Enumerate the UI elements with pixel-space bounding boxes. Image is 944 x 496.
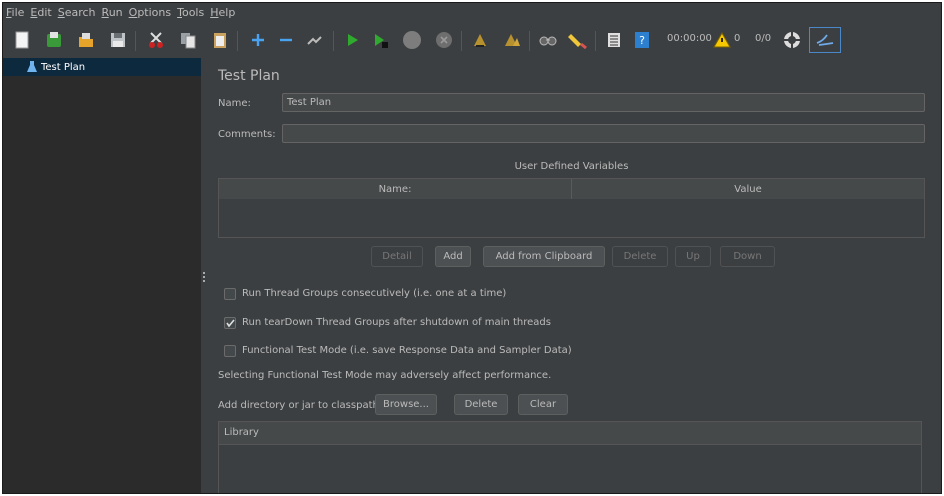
stop-icon[interactable] bbox=[401, 29, 423, 51]
reset-search-icon[interactable] bbox=[567, 29, 589, 51]
udv-col-value[interactable]: Value bbox=[572, 179, 924, 199]
menu-run[interactable]: Run bbox=[102, 6, 123, 19]
functional-test-mode-checkbox[interactable] bbox=[224, 345, 236, 357]
paste-icon[interactable] bbox=[209, 29, 231, 51]
down-button[interactable]: Down bbox=[720, 246, 775, 267]
start-icon[interactable] bbox=[341, 29, 363, 51]
save-icon[interactable] bbox=[107, 29, 129, 51]
menu-bar: File Edit Search Run Options Tools Help bbox=[3, 3, 941, 22]
tree-item-label: Test Plan bbox=[41, 61, 86, 73]
menu-help[interactable]: Help bbox=[210, 6, 235, 19]
run-consecutively-label: Run Thread Groups consecutively (i.e. on… bbox=[242, 288, 507, 299]
classpath-label: Add directory or jar to classpath bbox=[218, 400, 379, 411]
library-table[interactable]: Library bbox=[218, 421, 922, 493]
menu-tools[interactable]: Tools bbox=[177, 6, 204, 19]
library-header[interactable]: Library bbox=[219, 422, 921, 445]
cut-icon[interactable] bbox=[145, 29, 167, 51]
menu-file[interactable]: File bbox=[6, 6, 24, 19]
warning-count: 0 bbox=[734, 33, 741, 44]
toolbar: ? 00:00:00 0 0/0 bbox=[3, 23, 941, 59]
test-plan-tree: Test Plan bbox=[3, 58, 201, 493]
warning-icon[interactable] bbox=[711, 29, 733, 51]
tree-item-test-plan[interactable]: Test Plan bbox=[3, 58, 201, 76]
help-icon[interactable]: ? bbox=[631, 29, 653, 51]
collapse-icon[interactable] bbox=[275, 29, 297, 51]
search-icon[interactable] bbox=[537, 29, 559, 51]
browse-button[interactable]: Browse... bbox=[375, 394, 437, 415]
detail-button[interactable]: Detail bbox=[371, 246, 423, 267]
thread-count: 0/0 bbox=[755, 33, 772, 44]
test-plan-panel: Test Plan Name: Test Plan Comments: User… bbox=[208, 58, 941, 493]
splitter-grip-icon[interactable] bbox=[203, 272, 205, 284]
run-teardown-label: Run tearDown Thread Groups after shutdow… bbox=[242, 317, 551, 328]
comments-field[interactable] bbox=[282, 124, 925, 143]
expand-icon[interactable] bbox=[247, 29, 269, 51]
toggle-icon[interactable] bbox=[303, 29, 325, 51]
menu-edit[interactable]: Edit bbox=[30, 6, 51, 19]
shutdown-icon[interactable] bbox=[433, 29, 455, 51]
logo-icon bbox=[809, 27, 841, 53]
function-helper-icon[interactable] bbox=[603, 29, 625, 51]
functional-mode-note: Selecting Functional Test Mode may adver… bbox=[218, 370, 552, 381]
run-teardown-checkbox[interactable] bbox=[224, 317, 236, 329]
add-button[interactable]: Add bbox=[435, 246, 471, 267]
comments-label: Comments: bbox=[218, 129, 276, 140]
new-icon[interactable] bbox=[11, 29, 33, 51]
clear-all-icon[interactable] bbox=[501, 29, 523, 51]
templates-icon[interactable] bbox=[43, 29, 65, 51]
menu-options[interactable]: Options bbox=[129, 6, 171, 19]
udv-table[interactable]: Name: Value bbox=[218, 178, 925, 238]
run-consecutively-checkbox[interactable] bbox=[224, 288, 236, 300]
udv-title: User Defined Variables bbox=[514, 161, 629, 172]
udv-col-name[interactable]: Name: bbox=[219, 179, 572, 199]
remote-icon[interactable] bbox=[781, 29, 803, 51]
name-label: Name: bbox=[218, 98, 251, 109]
start-no-pauses-icon[interactable] bbox=[369, 29, 391, 51]
delete-variable-button[interactable]: Delete bbox=[612, 246, 668, 267]
functional-test-mode-label: Functional Test Mode (i.e. save Response… bbox=[242, 345, 572, 356]
up-button[interactable]: Up bbox=[675, 246, 711, 267]
svg-text:?: ? bbox=[639, 34, 645, 47]
open-icon[interactable] bbox=[75, 29, 97, 51]
add-from-clipboard-button[interactable]: Add from Clipboard bbox=[483, 246, 605, 267]
jmeter-window: File Edit Search Run Options Tools Help bbox=[2, 2, 942, 494]
elapsed-time: 00:00:00 bbox=[667, 33, 712, 44]
panel-title: Test Plan bbox=[218, 68, 280, 84]
flask-icon bbox=[27, 58, 37, 77]
delete-classpath-button[interactable]: Delete bbox=[454, 394, 508, 415]
clear-classpath-button[interactable]: Clear bbox=[518, 394, 568, 415]
clear-icon[interactable] bbox=[469, 29, 491, 51]
menu-search[interactable]: Search bbox=[58, 6, 96, 19]
copy-icon[interactable] bbox=[177, 29, 199, 51]
name-field[interactable]: Test Plan bbox=[282, 93, 925, 112]
